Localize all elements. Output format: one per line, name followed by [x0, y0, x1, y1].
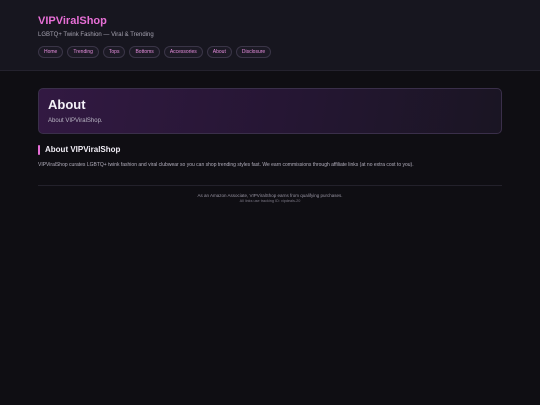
- hero-banner: About About VIPViralShop.: [38, 88, 502, 134]
- nav-bottoms[interactable]: Bottoms: [129, 46, 160, 58]
- about-section: About VIPViralShop VIPViralShop curates …: [38, 145, 502, 168]
- site-tagline: LGBTQ+ Twink Fashion — Viral & Trending: [38, 32, 154, 38]
- main-nav: Home Trending Tops Bottoms Accessories A…: [38, 46, 502, 58]
- footer-divider: [38, 185, 502, 186]
- page-subtitle: About VIPViralShop.: [48, 118, 103, 124]
- page-title: About: [48, 97, 86, 112]
- nav-tops[interactable]: Tops: [102, 46, 126, 58]
- site-footer: As an Amazon Associate, VIPViralShop ear…: [38, 193, 502, 204]
- nav-about[interactable]: About: [206, 46, 232, 58]
- section-body: VIPViralShop curates LGBTQ+ twink fashio…: [38, 162, 414, 168]
- tracking-id-note: All links use tracking ID: vipdeals-20: [239, 199, 301, 203]
- nav-disclosure[interactable]: Disclosure: [235, 46, 272, 58]
- section-heading: About VIPViralShop: [38, 145, 502, 155]
- nav-home[interactable]: Home: [38, 46, 64, 58]
- site-header: VIPViralShop LGBTQ+ Twink Fashion — Vira…: [0, 0, 540, 71]
- nav-trending[interactable]: Trending: [67, 46, 99, 58]
- accent-bar: [38, 145, 40, 155]
- nav-accessories[interactable]: Accessories: [163, 46, 203, 58]
- section-title: About VIPViralShop: [45, 145, 121, 154]
- site-brand[interactable]: VIPViralShop: [38, 15, 502, 27]
